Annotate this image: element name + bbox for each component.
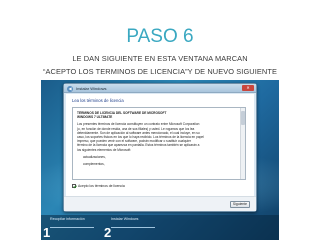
accept-terms-label[interactable]: Acepto los términos de licencia — [78, 184, 125, 188]
license-line: complementos, — [83, 162, 105, 167]
back-arrow-icon[interactable]: ◀ — [67, 85, 73, 92]
scrollbar-thumb[interactable] — [240, 111, 245, 125]
slide-title: PASO 6 — [126, 26, 194, 47]
step-label-install-windows: Instalar Windows — [111, 217, 139, 221]
next-button[interactable]: Siguiente — [230, 201, 250, 208]
step-progress-line — [50, 227, 94, 228]
accept-terms-checkbox[interactable] — [72, 184, 76, 188]
close-button[interactable]: ✕ — [242, 85, 254, 91]
dialog-title-bar: ◀ Instalar Windows ✕ — [64, 84, 256, 93]
step-progress-line — [111, 227, 155, 228]
instruction-line-2: “ACEPTO LOS TERMINOS DE LICENCIA”Y DE NU… — [42, 67, 278, 76]
accept-terms-row[interactable]: Acepto los términos de licencia — [72, 183, 125, 189]
windows-setup-screenshot: ◀ Instalar Windows ✕ Lea los términos de… — [41, 80, 279, 240]
step-label-collect-info: Recopilar información — [50, 217, 85, 221]
install-windows-dialog: ◀ Instalar Windows ✕ Lea los términos de… — [63, 83, 257, 212]
dialog-footer: Siguiente — [64, 196, 256, 211]
step-number-1: 1 — [43, 225, 51, 240]
license-scrollbar[interactable] — [240, 108, 245, 179]
instruction-line-1: LE DAN SIGUIENTE EN ESTA VENTANA MARCAN — [72, 54, 248, 63]
step-number-2: 2 — [104, 225, 112, 240]
dialog-body: Lea los términos de licencia TÉRMINOS DE… — [66, 94, 254, 210]
dialog-title: Instalar Windows — [76, 86, 107, 91]
license-heading: Lea los términos de licencia — [72, 98, 124, 103]
setup-steps-bar: Recopilar información 1 Instalar Windows… — [41, 215, 279, 240]
license-text-box[interactable]: TÉRMINOS DE LICENCIA DEL SOFTWARE DE MIC… — [72, 107, 246, 180]
